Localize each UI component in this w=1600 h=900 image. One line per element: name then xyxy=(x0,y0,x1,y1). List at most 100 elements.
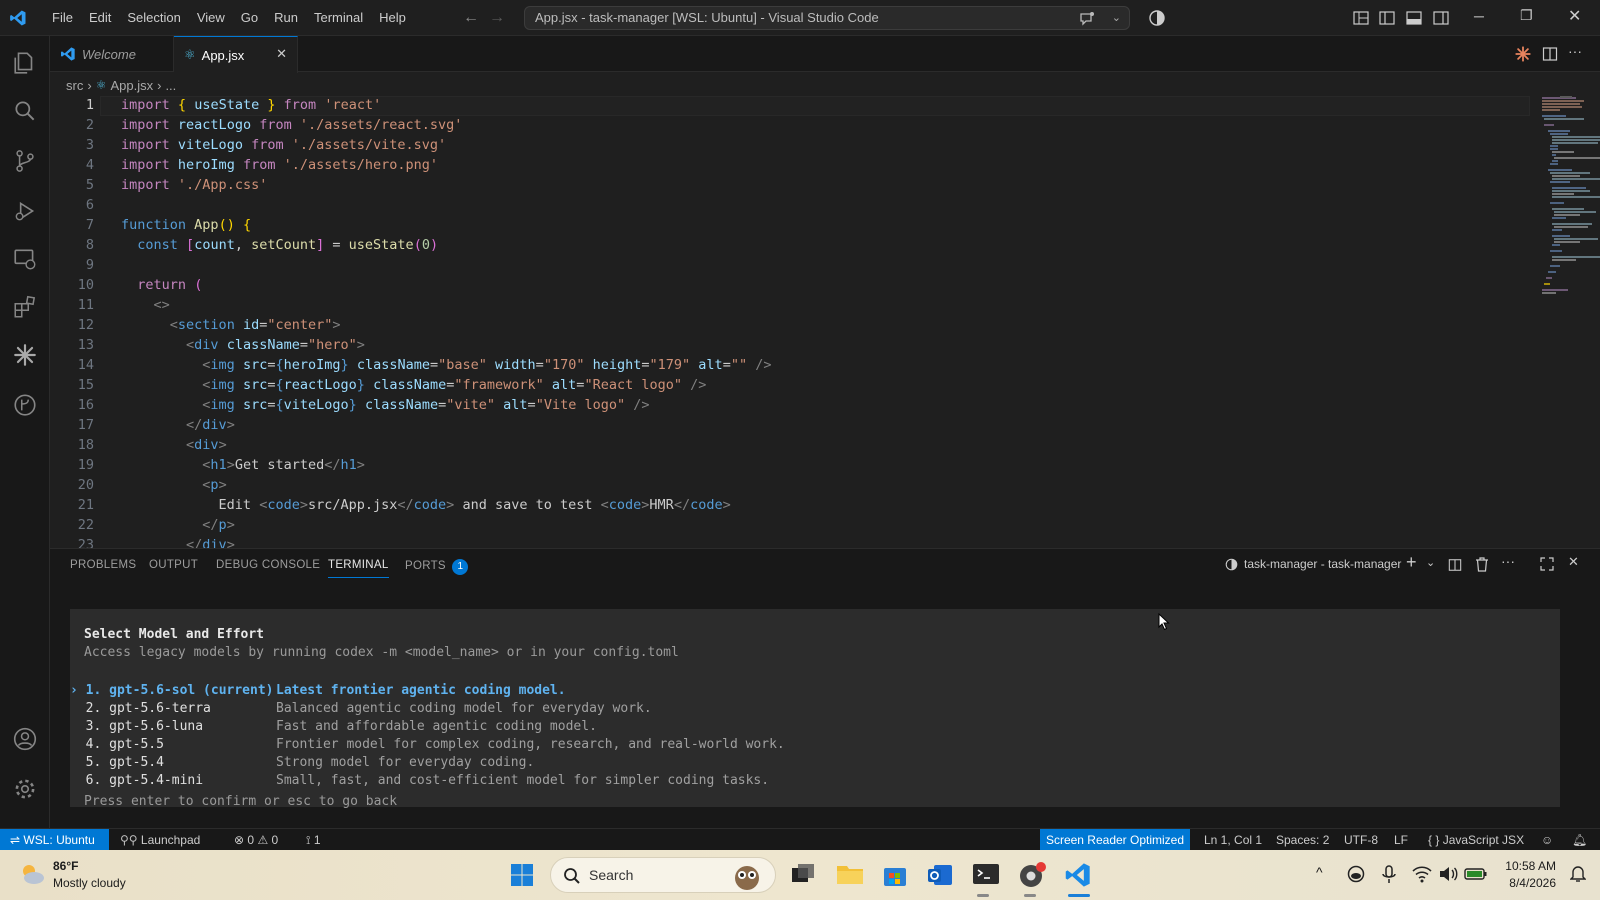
command-center-search[interactable]: App.jsx - task-manager [WSL: Ubuntu] - V… xyxy=(524,6,1130,30)
panel-tab-terminal[interactable]: TERMINAL xyxy=(328,559,389,578)
explorer-icon[interactable] xyxy=(12,50,38,76)
git-graph-icon[interactable] xyxy=(12,392,38,418)
menu-selection[interactable]: Selection xyxy=(119,0,188,36)
launchpad-item[interactable]: ⚲⚲ Launchpad xyxy=(120,829,200,851)
taskbar-search-box[interactable]: Search xyxy=(550,857,776,893)
wifi-icon[interactable] xyxy=(1412,865,1432,888)
indentation[interactable]: Spaces: 2 xyxy=(1276,829,1329,851)
line-number: 2 xyxy=(85,117,94,133)
close-tab-icon[interactable]: ✕ xyxy=(276,46,287,62)
accounts-icon[interactable] xyxy=(12,726,38,752)
remote-indicator[interactable]: ⇌ WSL: Ubuntu xyxy=(0,829,109,851)
file-explorer-icon[interactable] xyxy=(836,862,864,891)
panel-tab-output[interactable]: OUTPUT xyxy=(149,559,198,571)
menu-help[interactable]: Help xyxy=(371,0,414,36)
minimize-icon[interactable]: ─ xyxy=(1474,8,1484,24)
chevron-down-icon[interactable]: ⌄ xyxy=(1112,7,1121,29)
copilot-icon[interactable]: ☺ xyxy=(1541,829,1553,851)
scrollbar-thumb[interactable] xyxy=(1560,96,1572,98)
close-window-icon[interactable]: ✕ xyxy=(1568,6,1581,26)
accounts-sync-icon[interactable] xyxy=(1148,9,1166,27)
bottom-panel: PROBLEMS OUTPUT DEBUG CONSOLE TERMINAL P… xyxy=(50,548,1600,828)
breadcrumb-folder[interactable]: src xyxy=(66,78,83,93)
line-number: 3 xyxy=(85,137,94,153)
terminal-app-icon[interactable] xyxy=(972,862,1000,891)
customize-layout-icon[interactable] xyxy=(1352,9,1370,27)
vscode-taskbar-icon[interactable] xyxy=(1064,861,1092,894)
outlook-icon[interactable] xyxy=(926,862,954,893)
notifications-bell-icon[interactable]: 🔔︎ xyxy=(1572,829,1587,851)
weather-widget[interactable] xyxy=(18,862,46,891)
toggle-panel-icon[interactable] xyxy=(1405,9,1423,27)
ports-indicator[interactable]: ⟟ 1 xyxy=(306,829,321,851)
extensions-icon[interactable] xyxy=(12,294,38,320)
breadcrumb-more[interactable]: ... xyxy=(165,78,176,93)
panel-tab-problems[interactable]: PROBLEMS xyxy=(70,559,136,571)
model-option-label[interactable]: 4. gpt-5.5 xyxy=(70,737,164,752)
model-option-label[interactable]: 6. gpt-5.4-mini xyxy=(70,773,203,788)
notification-center-icon[interactable] xyxy=(1569,865,1587,888)
chevron-up-icon[interactable]: ^ xyxy=(1316,864,1323,880)
menu-run[interactable]: Run xyxy=(266,0,306,36)
back-arrow-icon[interactable]: ← xyxy=(458,9,484,27)
search-icon[interactable] xyxy=(12,98,38,124)
model-option-label[interactable]: 3. gpt-5.6-luna xyxy=(70,719,203,734)
screen-reader-mode[interactable]: Screen Reader Optimized xyxy=(1040,829,1190,851)
claude-icon[interactable] xyxy=(1514,45,1532,68)
menu-file[interactable]: File xyxy=(44,0,81,36)
terminal-output[interactable]: Select Model and Effort Access legacy mo… xyxy=(70,609,1560,807)
claude-icon[interactable] xyxy=(12,342,38,368)
language-mode[interactable]: { } JavaScript JSX xyxy=(1428,829,1524,851)
windows-start-icon[interactable] xyxy=(510,863,534,892)
forward-arrow-icon[interactable]: → xyxy=(484,9,510,27)
microphone-icon[interactable] xyxy=(1382,865,1396,890)
menu-edit[interactable]: Edit xyxy=(81,0,119,36)
split-editor-icon[interactable] xyxy=(1542,46,1558,62)
volume-icon[interactable] xyxy=(1438,865,1458,888)
copilot-chat-icon[interactable] xyxy=(1079,11,1095,27)
tab-app-jsx[interactable]: ⚛ App.jsx ✕ xyxy=(174,36,298,73)
menu-terminal[interactable]: Terminal xyxy=(306,0,371,36)
encoding[interactable]: UTF-8 xyxy=(1344,829,1378,851)
close-panel-icon[interactable]: ✕ xyxy=(1568,554,1579,570)
clock-date[interactable]: 8/4/2026 xyxy=(1502,876,1556,890)
menu-go[interactable]: Go xyxy=(233,0,266,36)
end-of-line[interactable]: LF xyxy=(1394,829,1408,851)
model-option-label[interactable]: 5. gpt-5.4 xyxy=(70,755,164,770)
chrome-icon[interactable] xyxy=(1018,861,1046,894)
model-option-label[interactable]: › 1. gpt-5.6-sol (current) xyxy=(70,683,274,698)
maximize-panel-icon[interactable] xyxy=(1540,557,1554,571)
run-debug-icon[interactable] xyxy=(12,198,38,224)
clock-time[interactable]: 10:58 AM xyxy=(1502,859,1556,873)
terminal-selector[interactable]: task-manager - task-manager xyxy=(1225,557,1401,571)
toggle-secondary-sidebar-icon[interactable] xyxy=(1432,9,1450,27)
task-view-icon[interactable] xyxy=(790,862,816,891)
status-bar: ⇌ WSL: Ubuntu ⚲⚲ Launchpad ⊗ 0 ⚠ 0 ⟟ 1 S… xyxy=(0,828,1600,851)
remote-explorer-icon[interactable] xyxy=(12,246,38,272)
menu-view[interactable]: View xyxy=(189,0,233,36)
source-control-icon[interactable] xyxy=(12,148,38,174)
tab-welcome[interactable]: Welcome xyxy=(50,36,174,72)
code-line: Edit <code>src/App.jsx</code> and save t… xyxy=(218,497,731,513)
new-terminal-icon[interactable]: + xyxy=(1406,552,1417,573)
model-option-label[interactable]: 2. gpt-5.6-terra xyxy=(70,701,211,716)
code-editor[interactable]: 1 2 3 4 5 6 7 8 9 10 11 12 13 14 15 16 17 18 19 20 21 22 23 im… xyxy=(50,96,1600,548)
microsoft-store-icon[interactable] xyxy=(882,862,908,893)
battery-icon[interactable] xyxy=(1464,866,1488,887)
split-terminal-icon[interactable] xyxy=(1448,558,1462,572)
panel-tab-debug-console[interactable]: DEBUG CONSOLE xyxy=(216,559,320,571)
more-actions-icon[interactable]: ··· xyxy=(1501,553,1515,569)
restore-icon[interactable]: ❐ xyxy=(1520,7,1533,24)
toggle-primary-sidebar-icon[interactable] xyxy=(1378,9,1396,27)
chevron-down-icon[interactable]: ⌄ xyxy=(1426,556,1435,569)
minimap[interactable] xyxy=(1540,96,1600,306)
cursor-position[interactable]: Ln 1, Col 1 xyxy=(1204,829,1262,851)
settings-gear-icon[interactable] xyxy=(12,776,38,802)
panel-tab-ports[interactable]: PORTS 1 xyxy=(405,559,469,575)
vscode-logo-icon xyxy=(0,0,36,36)
onedrive-icon[interactable] xyxy=(1346,865,1366,888)
more-actions-icon[interactable]: ··· xyxy=(1568,43,1582,59)
problems-indicator[interactable]: ⊗ 0 ⚠ 0 xyxy=(234,829,278,851)
trash-icon[interactable] xyxy=(1475,557,1489,572)
breadcrumb-file[interactable]: App.jsx xyxy=(110,78,153,93)
